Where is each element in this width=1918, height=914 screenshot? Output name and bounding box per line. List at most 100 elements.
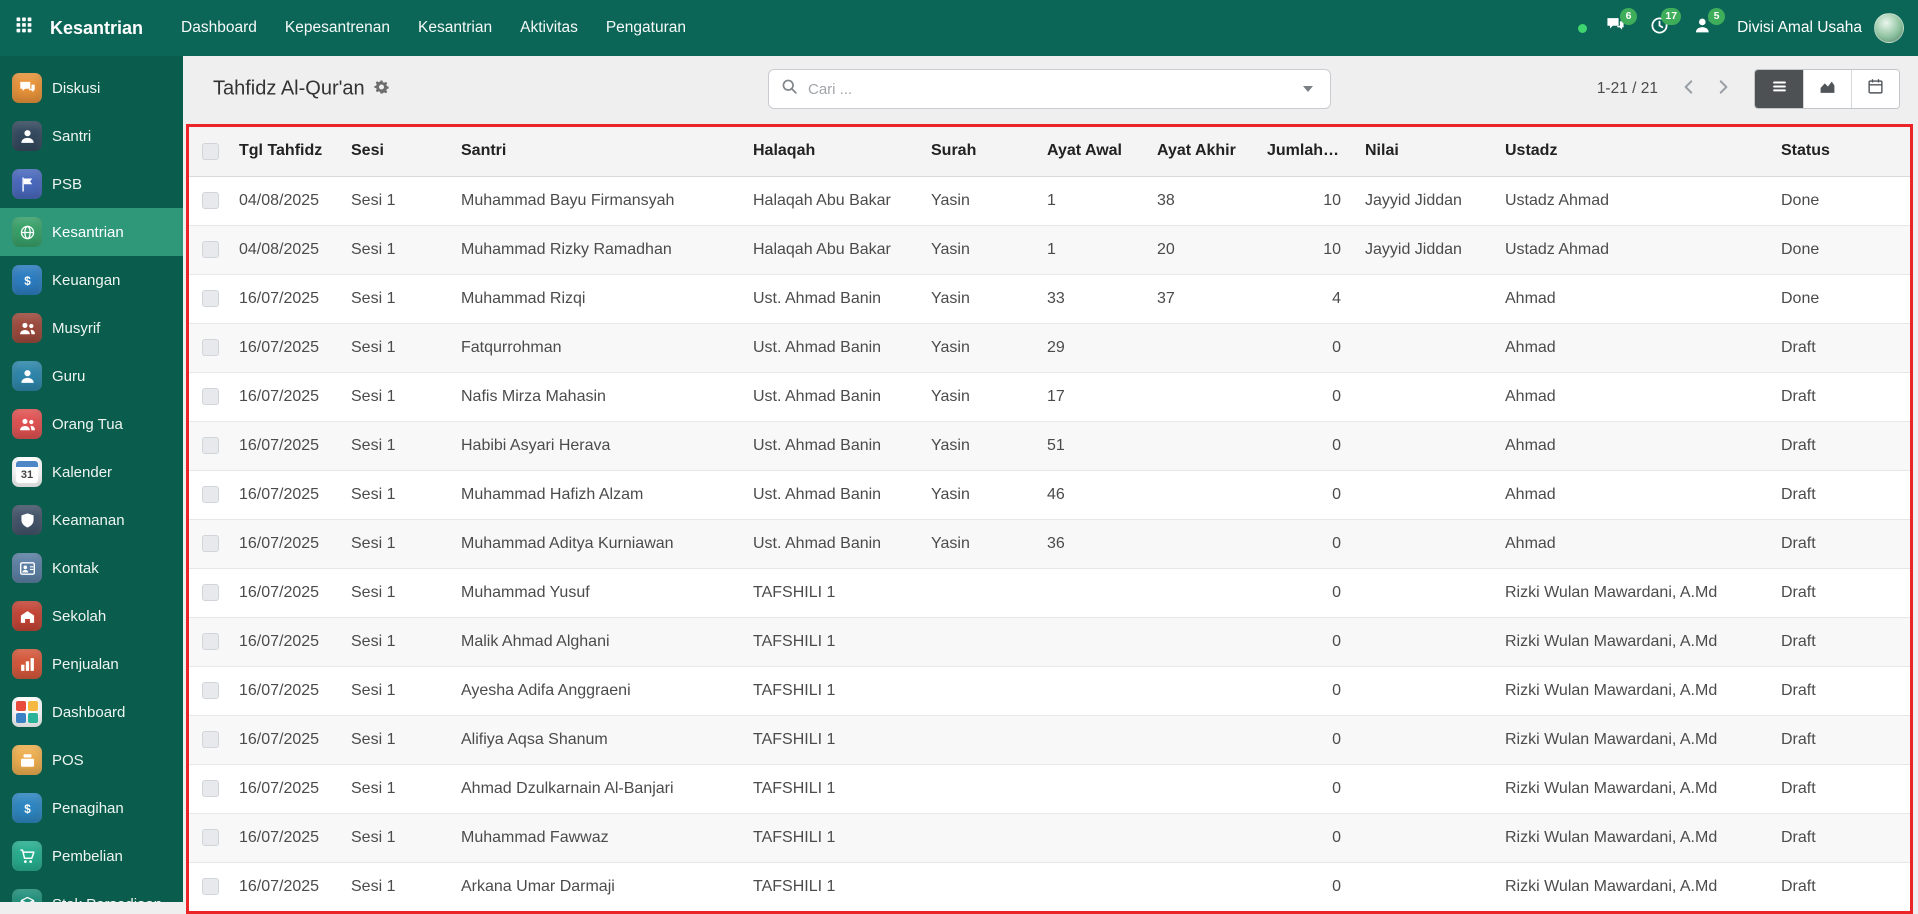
action-gear-button[interactable]: [374, 78, 389, 101]
sidebar-item-musyrif[interactable]: Musyrif: [0, 304, 183, 352]
pager-next-button[interactable]: [1706, 71, 1740, 107]
cell-tgl-tahfidz: 16/07/2025: [233, 715, 345, 764]
row-checkbox[interactable]: [202, 241, 219, 258]
table-row[interactable]: 16/07/2025Sesi 1FatqurrohmanUst. Ahmad B…: [189, 323, 1910, 372]
table-row[interactable]: 16/07/2025Sesi 1Ayesha Adifa AnggraeniTA…: [189, 666, 1910, 715]
sidebar-item-kalender[interactable]: 31Kalender: [0, 448, 183, 496]
sidebar-item-keamanan[interactable]: Keamanan: [0, 496, 183, 544]
pager-previous-button[interactable]: [1672, 71, 1706, 107]
table-row[interactable]: 04/08/2025Sesi 1Muhammad Rizky RamadhanH…: [189, 225, 1910, 274]
user-avatar[interactable]: [1874, 13, 1904, 43]
column-header-halaqah[interactable]: Halaqah: [747, 127, 925, 176]
column-header-jumlah-b[interactable]: Jumlah B...: [1261, 127, 1359, 176]
cell-sesi: Sesi 1: [345, 225, 455, 274]
sidebar-item-label: Stok Persediaan: [52, 896, 162, 903]
row-checkbox[interactable]: [202, 535, 219, 552]
sidebar-item-dashboard[interactable]: Dashboard: [0, 688, 183, 736]
notification-badge: 17: [1661, 8, 1681, 25]
sidebar-item-keuangan[interactable]: $Keuangan: [0, 256, 183, 304]
row-checkbox[interactable]: [202, 829, 219, 846]
sidebar-item-kesantrian[interactable]: Kesantrian: [0, 208, 183, 256]
row-checkbox[interactable]: [202, 388, 219, 405]
nav-menu-aktivitas[interactable]: Aktivitas: [506, 0, 592, 56]
cell-select: [189, 323, 233, 372]
sidebar-item-label: PSB: [52, 176, 82, 193]
column-header-santri[interactable]: Santri: [455, 127, 747, 176]
sidebar-item-pos[interactable]: POS: [0, 736, 183, 784]
cell-nilai: [1359, 323, 1499, 372]
sidebar-item-pembelian[interactable]: Pembelian: [0, 832, 183, 880]
search-input[interactable]: [806, 80, 1286, 99]
table-row[interactable]: 16/07/2025Sesi 1Malik Ahmad AlghaniTAFSH…: [189, 617, 1910, 666]
list-view-button[interactable]: [1755, 70, 1803, 108]
table-row[interactable]: 16/07/2025Sesi 1Alifiya Aqsa ShanumTAFSH…: [189, 715, 1910, 764]
sidebar-item-diskusi[interactable]: Diskusi: [0, 64, 183, 112]
sidebar-item-stok-persediaan[interactable]: Stok Persediaan: [0, 880, 183, 902]
company-switcher[interactable]: Divisi Amal Usaha: [1737, 19, 1862, 37]
cell-sesi: Sesi 1: [345, 470, 455, 519]
app-brand[interactable]: Kesantrian: [50, 18, 143, 39]
row-checkbox[interactable]: [202, 780, 219, 797]
nav-menu-pengaturan[interactable]: Pengaturan: [592, 0, 700, 56]
column-header-surah[interactable]: Surah: [925, 127, 1041, 176]
nav-menu-kesantrian[interactable]: Kesantrian: [404, 0, 506, 56]
row-checkbox[interactable]: [202, 731, 219, 748]
top-menu: DashboardKepesantrenanKesantrianAktivita…: [167, 0, 700, 56]
row-checkbox[interactable]: [202, 486, 219, 503]
sidebar-item-penjualan[interactable]: Penjualan: [0, 640, 183, 688]
sidebar-item-sekolah[interactable]: Sekolah: [0, 592, 183, 640]
table-row[interactable]: 16/07/2025Sesi 1Muhammad Hafizh AlzamUst…: [189, 470, 1910, 519]
cell-nilai: [1359, 372, 1499, 421]
user-plus-button[interactable]: 5: [1685, 10, 1721, 46]
cell-halaqah: TAFSHILI 1: [747, 666, 925, 715]
sidebar-item-santri[interactable]: Santri: [0, 112, 183, 160]
column-header-nilai[interactable]: Nilai: [1359, 127, 1499, 176]
table-row[interactable]: 16/07/2025Sesi 1Muhammad YusufTAFSHILI 1…: [189, 568, 1910, 617]
column-header-sesi[interactable]: Sesi: [345, 127, 455, 176]
table-row[interactable]: 16/07/2025Sesi 1Nafis Mirza MahasinUst. …: [189, 372, 1910, 421]
cell-santri: Muhammad Rizqi: [455, 274, 747, 323]
table-row[interactable]: 16/07/2025Sesi 1Muhammad Aditya Kurniawa…: [189, 519, 1910, 568]
row-checkbox[interactable]: [202, 633, 219, 650]
sidebar-item-penagihan[interactable]: $Penagihan: [0, 784, 183, 832]
apps-menu-button[interactable]: [0, 0, 48, 56]
row-checkbox[interactable]: [202, 192, 219, 209]
row-checkbox[interactable]: [202, 339, 219, 356]
table-row[interactable]: 16/07/2025Sesi 1Habibi Asyari HeravaUst.…: [189, 421, 1910, 470]
sidebar-item-psb[interactable]: PSB: [0, 160, 183, 208]
row-checkbox[interactable]: [202, 682, 219, 699]
chat-bubbles-button[interactable]: 6: [1597, 10, 1633, 46]
row-checkbox[interactable]: [202, 878, 219, 895]
row-checkbox[interactable]: [202, 437, 219, 454]
nav-menu-kepesantrenan[interactable]: Kepesantrenan: [271, 0, 404, 56]
column-header-ayat-akhir[interactable]: Ayat Akhir: [1151, 127, 1261, 176]
cell-nilai: [1359, 274, 1499, 323]
cell-select: [189, 813, 233, 862]
sidebar-item-guru[interactable]: Guru: [0, 352, 183, 400]
table-row[interactable]: 16/07/2025Sesi 1Muhammad RizqiUst. Ahmad…: [189, 274, 1910, 323]
table-row[interactable]: 04/08/2025Sesi 1Muhammad Bayu Firmansyah…: [189, 176, 1910, 225]
nav-menu-dashboard[interactable]: Dashboard: [167, 0, 271, 56]
cell-ayat-awal: [1041, 568, 1151, 617]
sidebar-item-orang-tua[interactable]: Orang Tua: [0, 400, 183, 448]
graph-view-button[interactable]: [1803, 70, 1851, 108]
table-row[interactable]: 16/07/2025Sesi 1Muhammad FawwazTAFSHILI …: [189, 813, 1910, 862]
column-header-ayat-awal[interactable]: Ayat Awal: [1041, 127, 1151, 176]
cell-ayat-akhir: [1151, 715, 1261, 764]
table-row[interactable]: 16/07/2025Sesi 1Ahmad Dzulkarnain Al-Ban…: [189, 764, 1910, 813]
row-checkbox[interactable]: [202, 584, 219, 601]
select-all-checkbox[interactable]: [202, 143, 219, 160]
globe-icon: [12, 217, 42, 247]
column-header-ustadz[interactable]: Ustadz: [1499, 127, 1775, 176]
sidebar-item-label: POS: [52, 752, 84, 769]
calendar-view-button[interactable]: [1851, 70, 1899, 108]
column-header-tgl-tahfidz[interactable]: Tgl Tahfidz: [233, 127, 345, 176]
cell-ayat-akhir: [1151, 470, 1261, 519]
row-checkbox[interactable]: [202, 290, 219, 307]
sidebar-item-kontak[interactable]: Kontak: [0, 544, 183, 592]
column-header-status[interactable]: Status: [1775, 127, 1910, 176]
table-row[interactable]: 16/07/2025Sesi 1Arkana Umar DarmajiTAFSH…: [189, 862, 1910, 911]
clock-button[interactable]: 17: [1641, 10, 1677, 46]
search-dropdown-toggle[interactable]: [1286, 70, 1330, 108]
notification-badge: 5: [1708, 8, 1725, 25]
